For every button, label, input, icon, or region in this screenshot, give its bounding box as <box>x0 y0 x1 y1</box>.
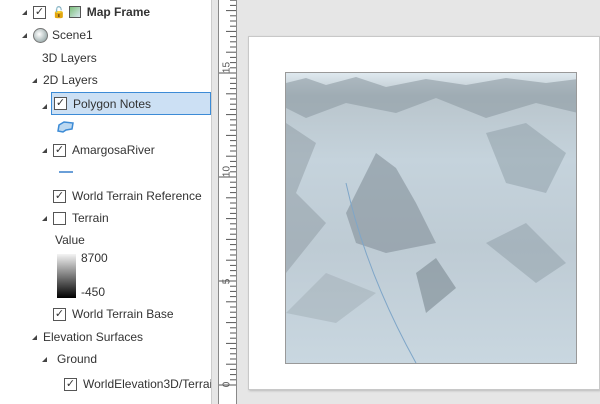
map-frame-icon <box>68 6 81 18</box>
map-frame[interactable] <box>285 72 577 364</box>
world-elevation-checkbox[interactable]: ✓ <box>64 377 77 391</box>
expand-icon[interactable] <box>32 334 37 340</box>
terrain-label: Terrain <box>72 211 109 225</box>
expand-icon[interactable] <box>32 77 37 83</box>
world-terrain-base-label: World Terrain Base <box>72 307 174 321</box>
expand-icon[interactable] <box>42 215 47 221</box>
polygon-notes-label: Polygon Notes <box>73 96 152 111</box>
world-elevation-item[interactable]: ✓ WorldElevation3D/Terrain3D <box>64 374 212 394</box>
value-label: Value <box>55 233 85 247</box>
terrain-item[interactable]: Terrain <box>42 208 109 228</box>
layers-2d-label: 2D Layers <box>43 73 98 87</box>
elevation-surfaces-item[interactable]: Elevation Surfaces <box>32 327 143 347</box>
ground-label: Ground <box>57 352 98 366</box>
layers-3d-item[interactable]: 3D Layers <box>42 48 97 68</box>
value-low: -450 <box>81 285 106 299</box>
ruler-label-5: 5 <box>221 278 233 285</box>
value-heading: Value <box>55 230 85 250</box>
world-terrain-ref-checkbox[interactable]: ✓ <box>53 189 66 203</box>
map-frame-item[interactable]: ✓ 🔓 Map Frame <box>22 2 150 22</box>
world-elevation-label: WorldElevation3D/Terrain3D <box>83 377 212 391</box>
ruler-label-10: 10 <box>221 165 233 178</box>
value-high: 8700 <box>81 251 108 265</box>
map-frame-label: Map Frame <box>86 5 151 19</box>
terrain-checkbox[interactable] <box>53 211 66 225</box>
contents-pane: ✓ 🔓 Map Frame Scene1 3D Layers 2D Layers… <box>0 0 212 404</box>
scene-label: Scene1 <box>52 28 93 42</box>
world-terrain-base-checkbox[interactable]: ✓ <box>53 307 66 321</box>
globe-icon <box>33 27 48 43</box>
polygon-symbol-icon <box>56 117 76 137</box>
expand-icon[interactable] <box>42 356 47 362</box>
expand-icon[interactable] <box>42 103 47 109</box>
map-frame-checkbox[interactable]: ✓ <box>33 5 46 19</box>
amargosa-label: AmargosaRiver <box>72 143 155 157</box>
layers-3d-label: 3D Layers <box>42 51 97 65</box>
terrain-scene <box>286 77 576 363</box>
elevation-ramp <box>57 254 76 298</box>
line-symbol-icon <box>59 162 73 182</box>
expand-icon[interactable] <box>22 32 27 38</box>
expand-icon[interactable] <box>42 147 47 153</box>
ruler-label-15: 15 <box>221 61 233 74</box>
polygon-notes-checkbox[interactable]: ✓ <box>54 97 67 110</box>
lock-icon[interactable]: 🔓 <box>52 6 66 19</box>
polygon-notes-expander <box>42 96 53 116</box>
elevation-surfaces-label: Elevation Surfaces <box>43 330 144 344</box>
amargosa-item[interactable]: ✓ AmargosaRiver <box>42 140 155 160</box>
ground-item[interactable]: Ground <box>42 349 97 369</box>
ruler-label-0: 0 <box>221 381 233 388</box>
amargosa-checkbox[interactable]: ✓ <box>53 143 66 157</box>
world-terrain-ref-label: World Terrain Reference <box>72 189 202 203</box>
expand-icon[interactable] <box>22 9 27 15</box>
layers-2d-item[interactable]: 2D Layers <box>32 70 98 90</box>
world-terrain-base-item[interactable]: ✓ World Terrain Base <box>53 304 174 324</box>
vertical-ruler[interactable]: 15 10 5 0 <box>218 0 237 404</box>
polygon-notes-item[interactable]: ✓ Polygon Notes <box>51 92 211 115</box>
scene-item[interactable]: Scene1 <box>22 25 93 45</box>
world-terrain-ref-item[interactable]: ✓ World Terrain Reference <box>53 186 202 206</box>
